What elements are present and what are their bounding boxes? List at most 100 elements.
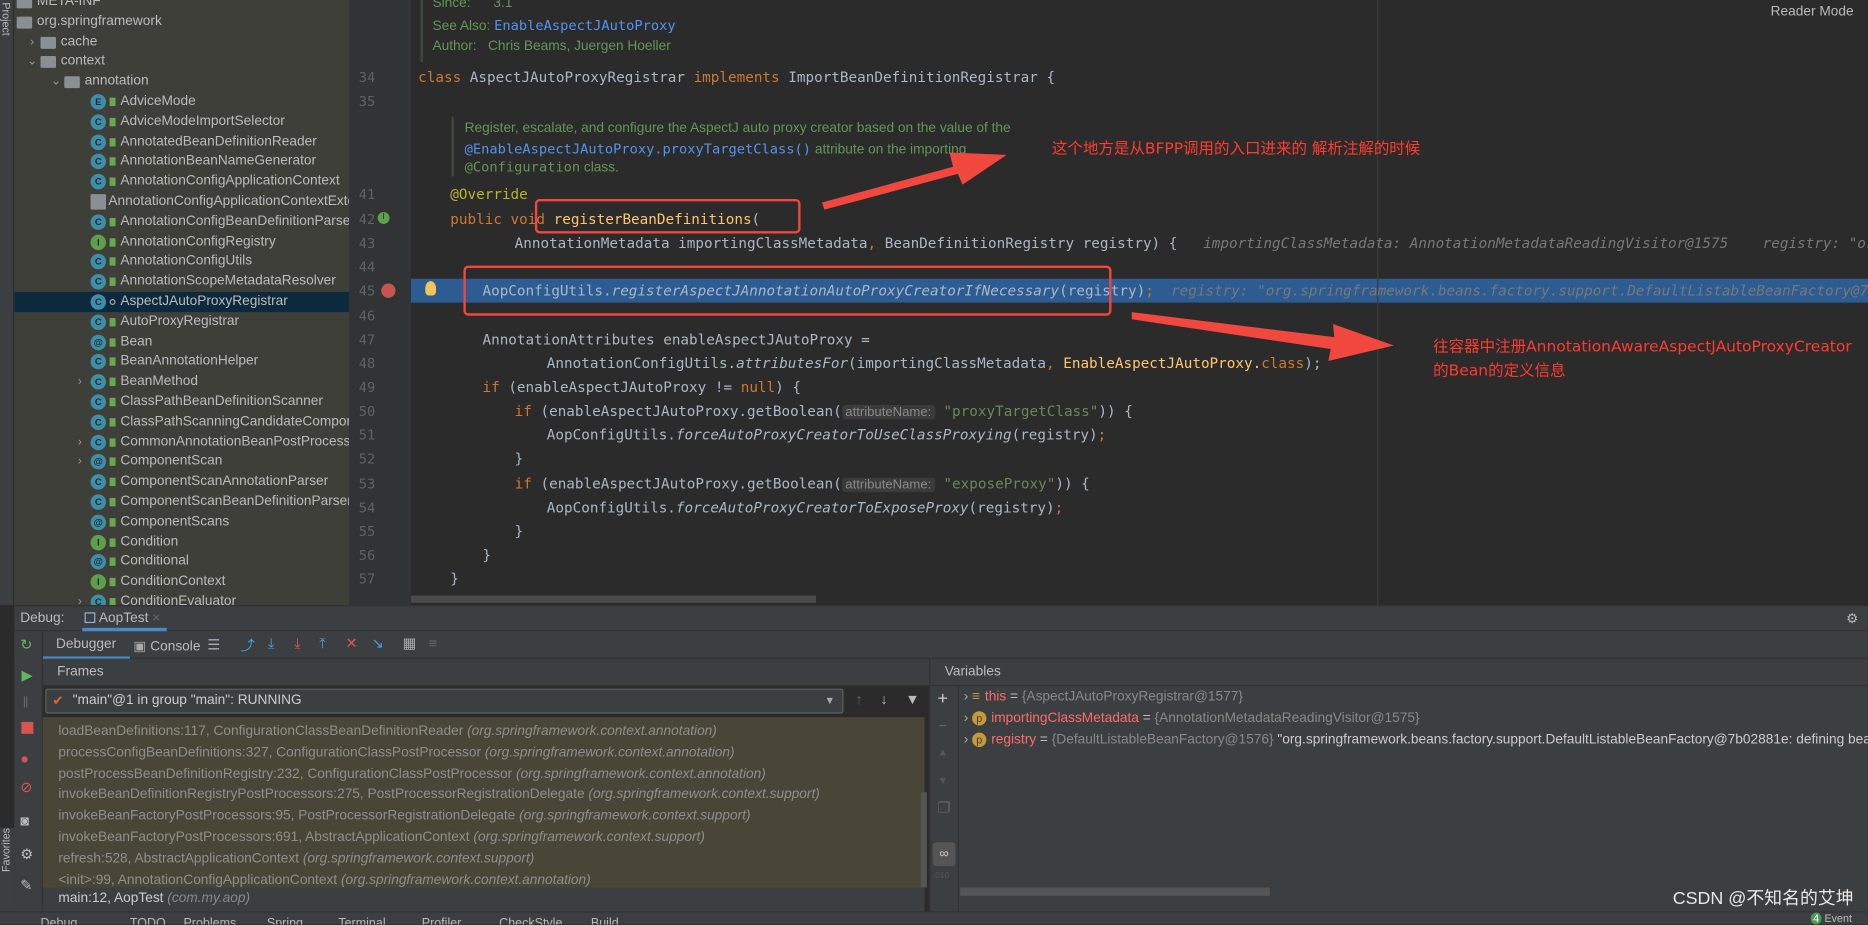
layout-icon[interactable]: ☰ — [207, 636, 220, 653]
rerun-icon[interactable]: ↻ — [20, 636, 32, 653]
frame-row[interactable]: invokeBeanDefinitionRegistryPostProcesso… — [58, 784, 820, 805]
debug-side-toolbar: ↻ ▶ ‖ ● ⊘ ◙ ⚙ ✎ — [14, 631, 43, 913]
frame-package: (org.springframework.context.support) — [473, 830, 705, 845]
variables-title: Variables — [944, 664, 1001, 680]
frames-list[interactable]: loadBeanDefinitions:117, ConfigurationCl… — [42, 717, 925, 888]
variable-equals: = — [1138, 711, 1155, 726]
filter-icon[interactable]: ▼ — [905, 691, 919, 708]
show-watches-icon[interactable]: ∞ — [932, 842, 956, 867]
variable-row[interactable]: › p importingClassMetadata = {AnnotationM… — [964, 711, 1420, 726]
check-icon: ✔ — [52, 694, 64, 709]
evaluate-expression-icon[interactable]: ▦ — [403, 635, 417, 652]
dropdown-arrow-icon: ▼ — [824, 694, 836, 707]
frame-method: processConfigBeanDefinitions:327, Config… — [58, 745, 482, 760]
frame-method: refresh:528, AbstractApplicationContext — [58, 851, 300, 866]
variable-row[interactable]: › p registry = {DefaultListableBeanFactor… — [964, 732, 1868, 747]
frames-header: Frames — [42, 658, 930, 687]
event-log-button[interactable]: 4 Event Log — [1810, 912, 1868, 925]
view-breakpoints-icon[interactable]: ● — [20, 751, 29, 768]
annotation-note-2b: 的Bean的定义信息 — [1433, 362, 1566, 381]
mute-breakpoints-icon[interactable]: ⊘ — [20, 779, 32, 796]
variable-value: {AspectJAutoProxyRegistrar@1577} — [1021, 689, 1243, 705]
favorites-strip: Favorites — [0, 827, 15, 912]
step-over-icon[interactable]: ⤓ — [268, 635, 274, 653]
variables-header: Variables — [930, 659, 1868, 687]
pin-icon[interactable]: ✎ — [20, 877, 32, 894]
bottom-tab-checkstyle[interactable]: CheckStyle — [499, 916, 562, 924]
main-frame-text: main:12, AopTest (com.my.aop) — [58, 891, 251, 906]
frame-package: (org.springframework.context.support) — [588, 787, 820, 803]
frame-method: invokeBeanDefinitionRegistryPostProcesso… — [58, 787, 585, 803]
bottom-tab-profiler[interactable]: Profiler — [422, 916, 462, 924]
run-to-cursor-icon[interactable]: ↘ — [372, 635, 384, 652]
variable-row[interactable]: › ≡ this = {AspectJAutoProxyRegistrar@157… — [964, 690, 1243, 704]
settings-icon[interactable]: ⚙ — [20, 846, 33, 863]
remove-watch-icon[interactable]: − — [939, 717, 947, 734]
show-execution-point-icon[interactable]: ⤴ — [241, 635, 255, 655]
thread-selector[interactable]: ✔ "main"@1 in group "main": RUNNING ▼ — [45, 688, 844, 714]
variables-panel: Variables + − ▲ ▼ ❐ ∞ 010 › ≡ this = {Asp… — [929, 658, 1868, 913]
bottom-tool-bar: Debug TODO Problems Spring Terminal Profiler C… — [0, 911, 1868, 925]
frames-title: Frames — [57, 664, 104, 680]
favorites-tool-tab[interactable]: Favorites — [0, 828, 12, 872]
arrow-to-note1 — [821, 152, 1007, 210]
arrow-to-note2 — [1131, 312, 1394, 361]
close-tab-icon[interactable]: × — [152, 611, 160, 625]
chevron-right-icon[interactable]: › — [964, 733, 972, 747]
thread-label: "main"@1 in group "main": RUNNING — [72, 693, 302, 708]
add-watch-icon[interactable]: + — [938, 689, 948, 709]
bottom-tab-terminal[interactable]: Terminal — [338, 916, 385, 924]
variable-name: importingClassMetadata — [991, 711, 1139, 726]
step-out-icon[interactable]: ⤒ — [319, 635, 325, 653]
annotation-note-2: 往容器中注册AnnotationAwareAspectJAutoProxyCre… — [1433, 338, 1852, 357]
bottom-tab-todo[interactable]: TODO — [130, 916, 166, 924]
session-tab-aoptest[interactable]: AopTest × — [82, 606, 168, 632]
trace-icon[interactable]: ≡ — [429, 635, 437, 652]
frame-method: postProcessBeanDefinitionRegistry:232, C… — [58, 766, 513, 782]
frame-row-main[interactable]: main:12, AopTest (com.my.aop) — [42, 887, 925, 913]
move-up-icon[interactable]: ▲ — [938, 746, 949, 758]
frame-package: (org.springframework.context.annotation) — [484, 745, 735, 760]
frame-row[interactable]: invokeBeanFactoryPostProcessors:95, Post… — [58, 806, 750, 827]
frames-scrollbar[interactable] — [920, 792, 927, 888]
frame-row[interactable]: postProcessBeanDefinitionRegistry:232, C… — [58, 763, 765, 784]
debug-label: Debug: — [20, 611, 65, 626]
frame-package: (org.springframework.context.annotation) — [467, 724, 717, 739]
frame-up-icon[interactable]: ↑ — [855, 691, 862, 708]
camera-icon[interactable]: ◙ — [20, 812, 29, 829]
variable-name: registry — [991, 732, 1037, 747]
bottom-tab-problems[interactable]: Problems — [183, 916, 236, 924]
variable-string-value: "org.springframework.beans.factory.suppo… — [1273, 732, 1868, 747]
variables-scrollbar[interactable] — [960, 887, 1270, 896]
binary-icon[interactable]: 010 — [935, 872, 949, 880]
variable-equals: = — [1006, 689, 1022, 705]
drop-frame-icon[interactable]: ✕ — [345, 635, 357, 652]
tab-console[interactable]: ▣ Console — [133, 637, 200, 654]
run-config-icon — [84, 612, 96, 624]
variable-equals: = — [1036, 732, 1052, 747]
tab-console-label: Console — [150, 639, 201, 655]
frame-package: (org.springframework.context.annotation) — [340, 872, 591, 888]
bottom-tab-spring[interactable]: Spring — [267, 916, 303, 924]
frame-method: invokeBeanFactoryPostProcessors:691, Abs… — [58, 830, 470, 845]
pause-icon[interactable]: ‖ — [23, 695, 29, 712]
frame-row[interactable]: processConfigBeanDefinitions:327, Config… — [58, 742, 734, 763]
copy-icon[interactable]: ❐ — [938, 799, 951, 816]
frame-row[interactable]: invokeBeanFactoryPostProcessors:691, Abs… — [58, 827, 705, 848]
frame-row[interactable]: loadBeanDefinitions:117, ConfigurationCl… — [58, 721, 716, 742]
watermark: CSDN @不知名的艾坤 — [1672, 888, 1854, 909]
frame-package: (org.springframework.context.support) — [519, 809, 751, 824]
chevron-right-icon[interactable]: › — [964, 711, 972, 725]
debug-header: Debug: AopTest × ⚙ — [14, 605, 1868, 632]
settings-gear-icon[interactable]: ⚙ — [1846, 610, 1858, 626]
bottom-tab-debug[interactable]: Debug — [41, 916, 78, 924]
move-down-icon[interactable]: ▼ — [938, 774, 949, 786]
resume-icon[interactable]: ▶ — [21, 667, 32, 684]
bottom-tab-build[interactable]: Build — [591, 916, 619, 924]
tab-debugger[interactable]: Debugger — [42, 631, 130, 659]
frame-down-icon[interactable]: ↓ — [880, 691, 887, 708]
frame-row[interactable]: refresh:528, AbstractApplicationContext … — [58, 848, 534, 869]
stop-icon[interactable] — [21, 721, 34, 734]
force-step-into-icon[interactable]: ⤓ — [294, 635, 300, 653]
chevron-right-icon[interactable]: › — [964, 690, 972, 704]
